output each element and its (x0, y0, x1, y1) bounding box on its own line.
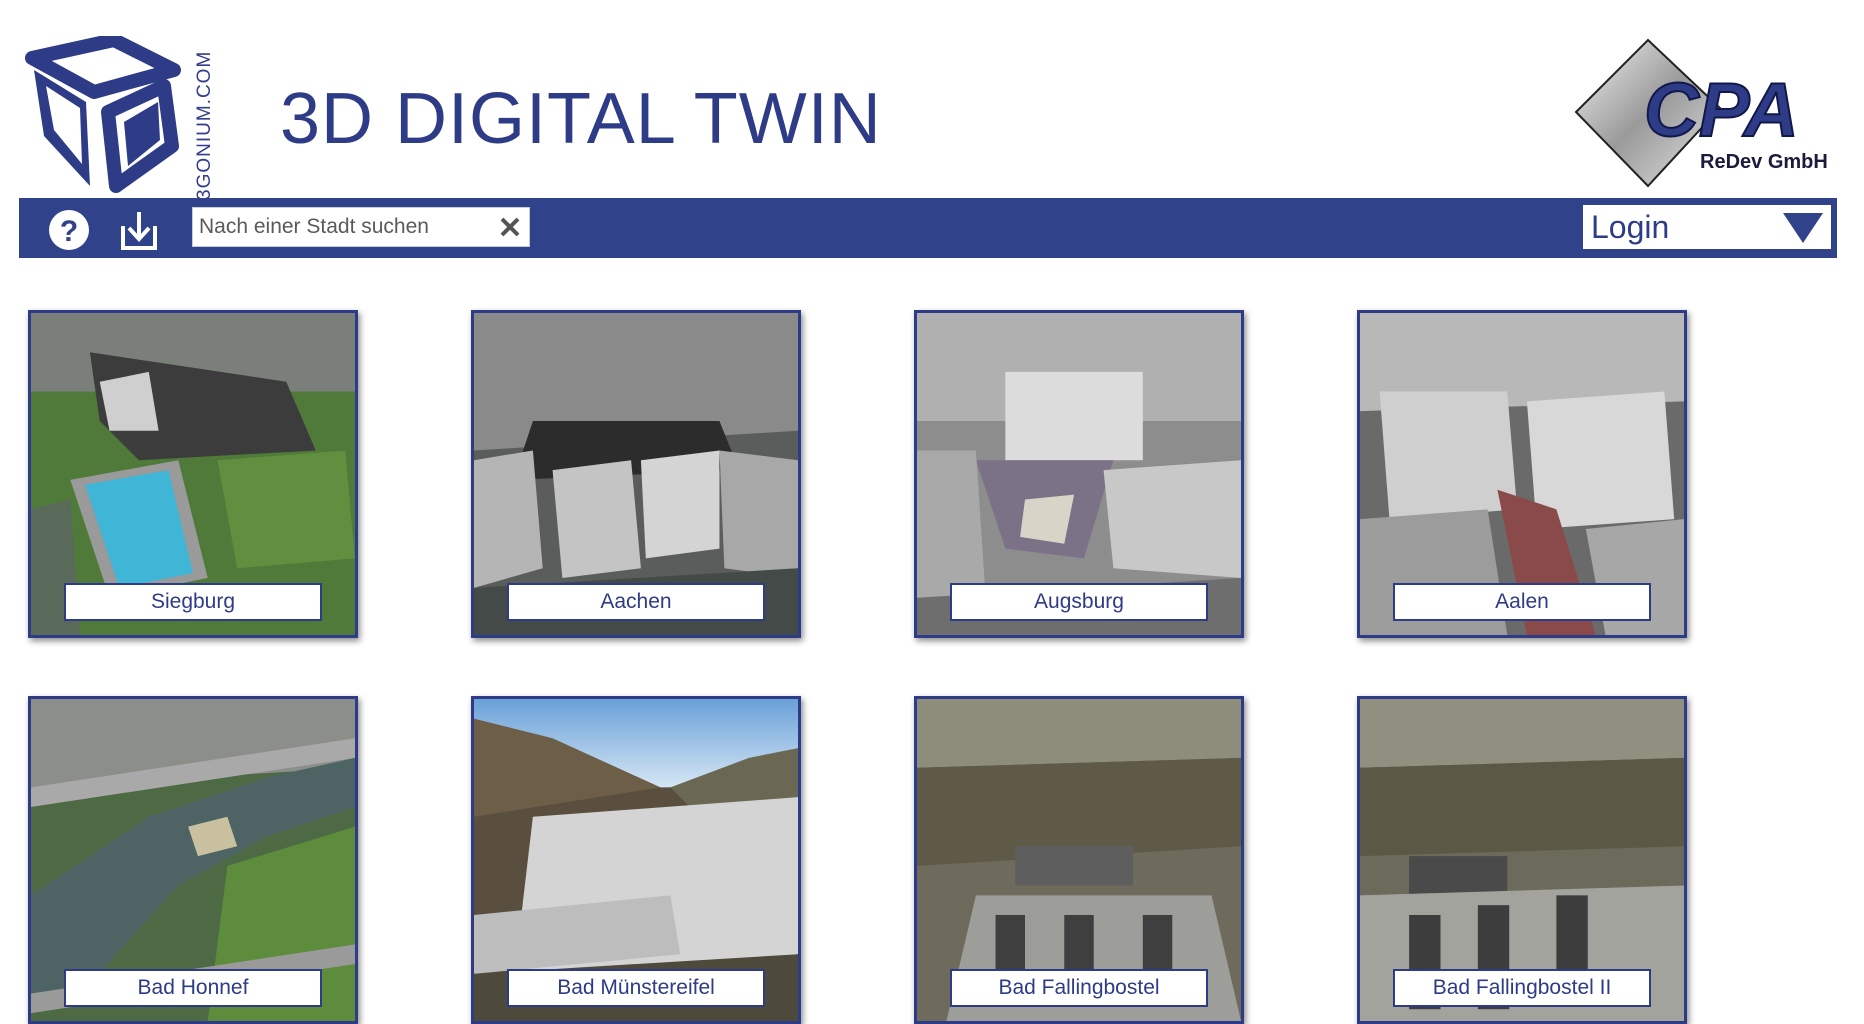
city-tile-bad-fallingbostel-ii[interactable]: Bad Fallingbostel II (1357, 696, 1687, 1024)
search-box (192, 207, 530, 247)
city-label: Aachen (507, 583, 765, 621)
close-icon[interactable] (497, 214, 523, 240)
login-label: Login (1591, 209, 1670, 245)
city-tile-bad-fallingbostel[interactable]: Bad Fallingbostel (914, 696, 1244, 1024)
city-label: Aalen (1393, 583, 1651, 621)
city-label: Bad Münstereifel (507, 969, 765, 1007)
city-label: Bad Fallingbostel II (1393, 969, 1651, 1007)
login-dropdown[interactable]: Login (1583, 205, 1831, 249)
city-tile-siegburg[interactable]: Siegburg (28, 310, 358, 638)
cpa-logo-text: CPA (1644, 68, 1799, 153)
city-tile-augsburg[interactable]: Augsburg (914, 310, 1244, 638)
city-label: Bad Fallingbostel (950, 969, 1208, 1007)
city-tile-bad-honnef[interactable]: Bad Honnef (28, 696, 358, 1024)
city-tile-bad-muenstereifel[interactable]: Bad Münstereifel (471, 696, 801, 1024)
caret-down-icon (1783, 213, 1823, 243)
help-circle-icon[interactable]: ? (47, 208, 91, 252)
page-title: 3D DIGITAL TWIN (280, 79, 882, 159)
city-tile-aachen[interactable]: Aachen (471, 310, 801, 638)
city-tile-aalen[interactable]: Aalen (1357, 310, 1687, 638)
city-label: Augsburg (950, 583, 1208, 621)
svg-text:?: ? (60, 215, 78, 248)
search-input[interactable] (193, 208, 493, 246)
header: 3GONIUM.COM 3D DIGITAL TWIN CPA ReDev Gm… (0, 0, 1864, 200)
toolbar: ? Login (19, 198, 1837, 258)
cpa-logo-subtext: ReDev GmbH (1700, 151, 1828, 173)
download-icon[interactable] (117, 208, 161, 252)
brand-left-text: 3GONIUM.COM (194, 50, 215, 200)
cpa-logo-icon[interactable]: CPA ReDev GmbH (1570, 36, 1850, 188)
3gonium-logo-icon[interactable] (24, 36, 184, 196)
city-label: Siegburg (64, 583, 322, 621)
city-label: Bad Honnef (64, 969, 322, 1007)
